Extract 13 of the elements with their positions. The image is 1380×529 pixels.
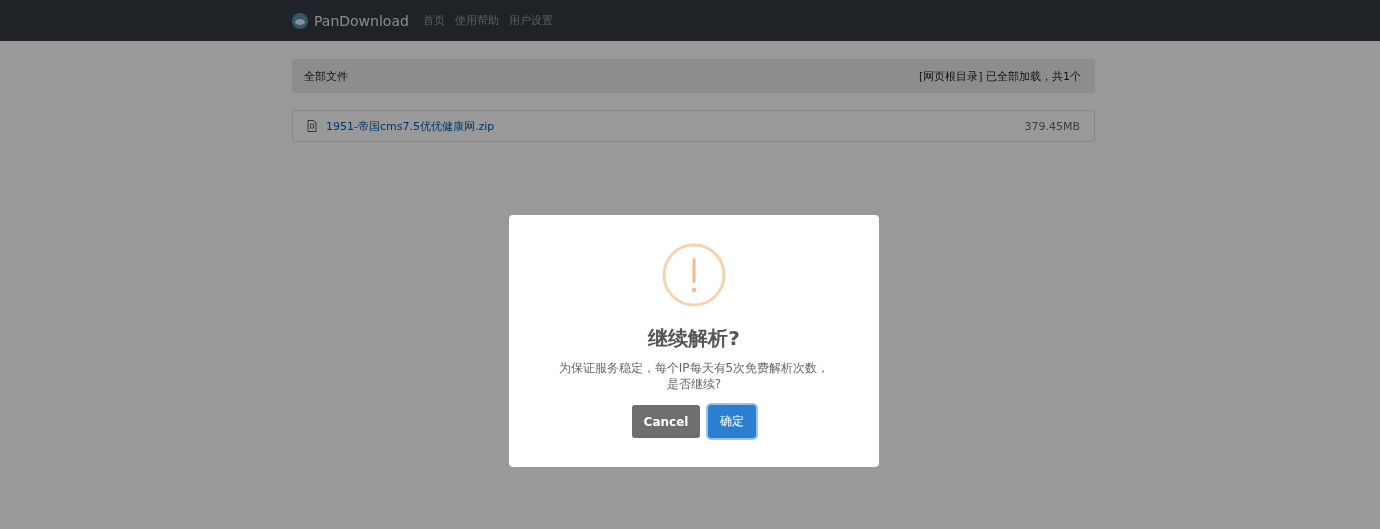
cloud-logo-icon: [292, 12, 308, 29]
dialog-message: 为保证服务稳定，每个IP每天有5次免费解析次数，是否继续?: [557, 360, 831, 392]
file-size: 379.45MB: [1024, 119, 1080, 133]
dialog-title: 继续解析?: [648, 325, 740, 352]
file-row[interactable]: 1951-帝国cms7.5优优健康网.zip 379.45MB: [292, 110, 1095, 142]
file-link[interactable]: 1951-帝国cms7.5优优健康网.zip: [326, 118, 495, 134]
header-title: 全部文件: [304, 68, 348, 84]
confirm-button[interactable]: 确定: [708, 405, 757, 438]
brand-link[interactable]: PanDownload: [314, 12, 409, 29]
warning-icon: [662, 243, 726, 307]
cancel-button[interactable]: Cancel: [631, 405, 701, 438]
file-icon: [307, 120, 317, 132]
load-status: [网页根目录] 已全部加载，共1个: [918, 68, 1081, 84]
